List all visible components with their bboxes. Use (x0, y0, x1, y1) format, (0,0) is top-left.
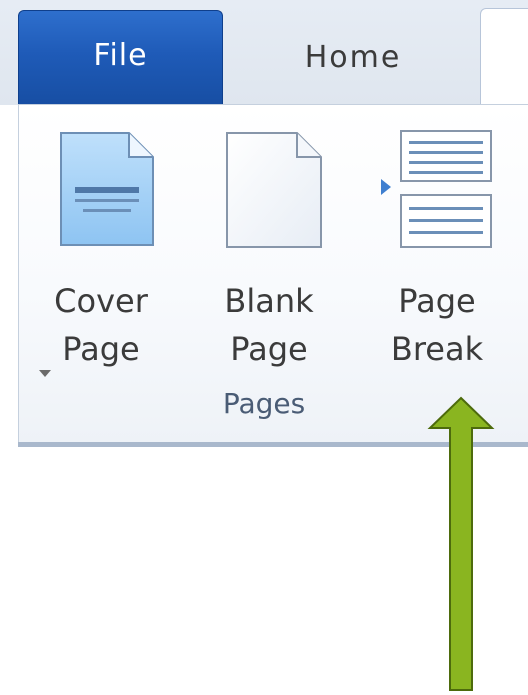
annotation-arrow-icon (427, 396, 495, 691)
word-ribbon-screenshot: File Home Cover Page Blank Page Page Bre… (0, 0, 528, 695)
